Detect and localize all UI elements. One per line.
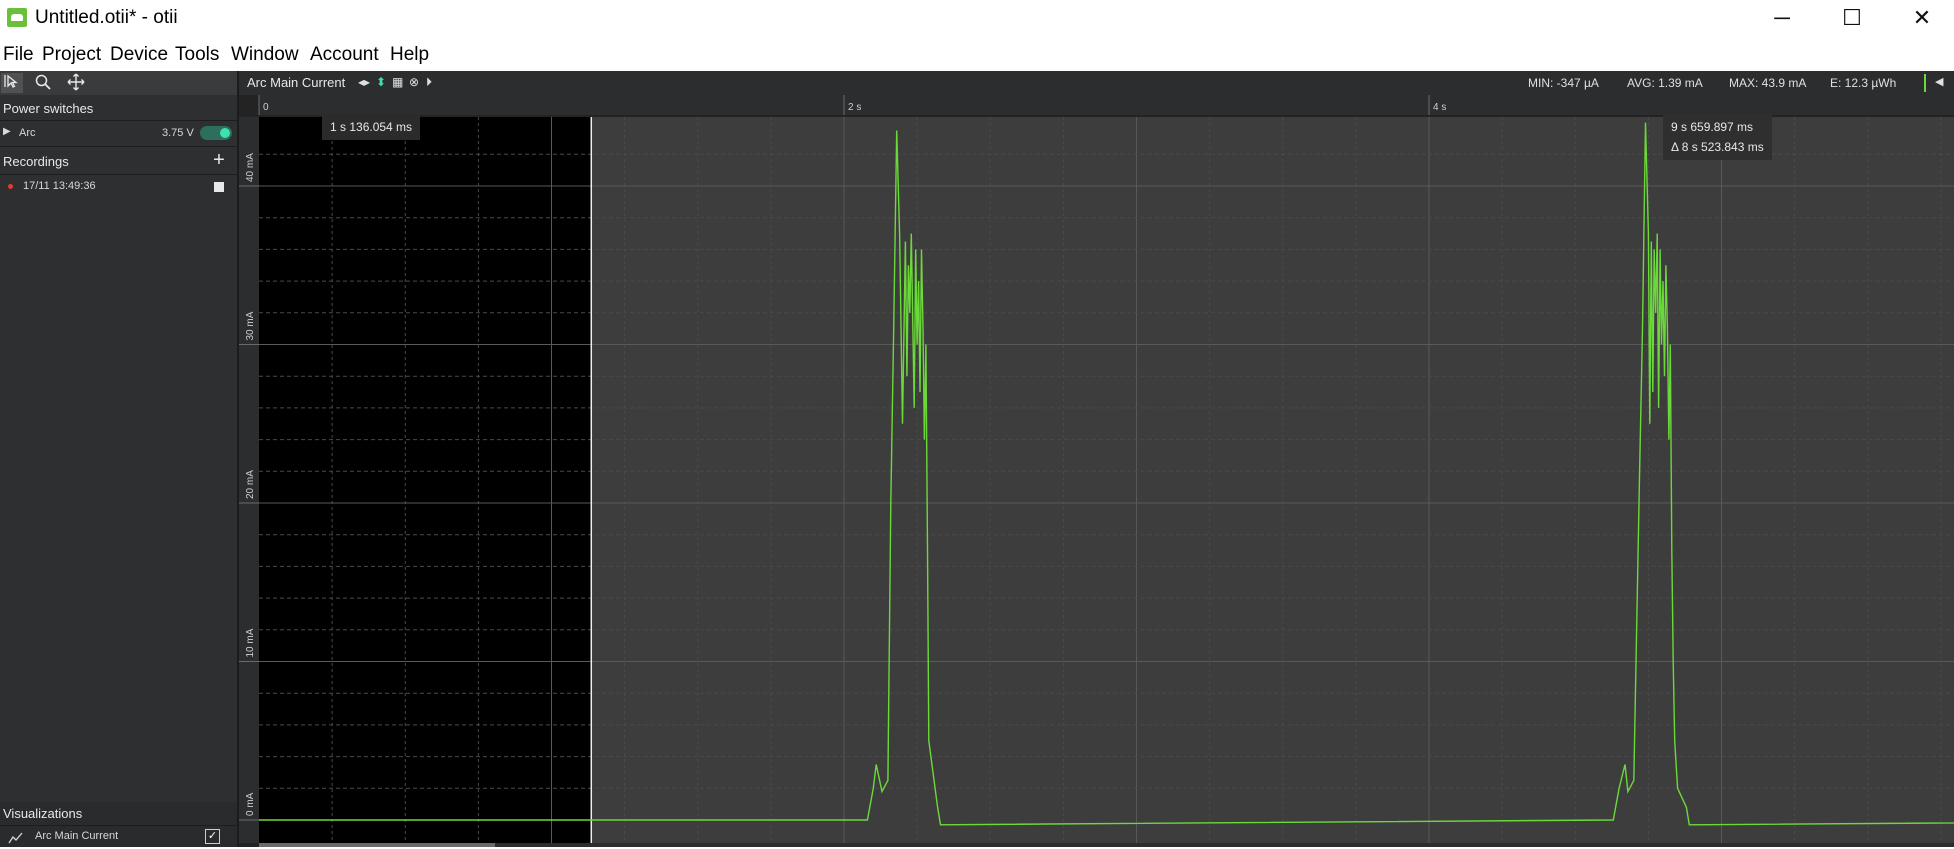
title-bar: Untitled.otii* - otii ─ ☐ ✕ <box>0 0 1954 36</box>
sidebar: Power switches ▶ Arc 3.75 V Recordings +… <box>0 71 239 847</box>
zoom-tool-icon[interactable] <box>32 73 54 93</box>
power-toggle[interactable] <box>200 126 232 140</box>
minimize-button[interactable]: ─ <box>1747 0 1817 36</box>
visualizations-panel: Visualizations Arc Main Current ✓ <box>0 802 237 847</box>
menu-account[interactable]: Account <box>310 44 379 66</box>
expand-arrow-icon[interactable]: ▶ <box>3 126 11 137</box>
stat-max: MAX: 43.9 mA <box>1729 76 1807 90</box>
menu-tools[interactable]: Tools <box>175 44 219 66</box>
table-icon[interactable]: ▦ <box>392 75 403 89</box>
power-switches-title: Power switches <box>3 101 94 116</box>
recording-dot-icon <box>8 184 13 189</box>
visualizations-title: Visualizations <box>3 806 83 821</box>
y-tick-label: 0 mA <box>245 792 256 816</box>
menu-project[interactable]: Project <box>42 44 101 66</box>
visualization-checkbox[interactable]: ✓ <box>205 829 220 844</box>
horizontal-scrollbar-track <box>259 843 1954 847</box>
add-recording-icon[interactable]: + <box>210 150 228 170</box>
close-plot-icon[interactable]: ⊗ <box>409 75 419 89</box>
device-name: Arc <box>19 127 36 139</box>
current-chart[interactable]: 02 s4 s6 s8 s10 s0 mA10 mA20 mA30 mA40 m… <box>239 95 1954 847</box>
y-tick-label: 40 mA <box>245 153 256 182</box>
otii-app-icon <box>7 8 27 27</box>
divider <box>0 146 237 147</box>
divider <box>0 174 237 175</box>
x-tick-label: 0 <box>263 102 269 113</box>
recording-label[interactable]: 17/11 13:49:36 <box>23 180 96 192</box>
selection-region <box>591 117 1954 843</box>
divider <box>0 120 237 121</box>
x-tick-label: 4 s <box>1433 102 1446 113</box>
plot-window: Arc Main Current ◂▸ ⬍ ▦ ⊗ ⏵ MIN: -347 µA… <box>239 71 1954 847</box>
visualization-label: Arc Main Current <box>35 830 119 842</box>
divider <box>0 825 237 826</box>
menu-bar: File Project Device Tools Window Account… <box>0 36 1954 71</box>
close-button[interactable]: ✕ <box>1887 0 1954 36</box>
horizontal-scrollbar-thumb <box>259 843 495 847</box>
menu-file[interactable]: File <box>3 44 34 66</box>
fit-vertical-icon[interactable]: ⬍ <box>376 75 386 89</box>
stop-icon[interactable] <box>214 182 224 192</box>
right-cursor-time: 9 s 659.897 ms <box>1671 120 1754 134</box>
select-tool-icon[interactable] <box>1 73 23 93</box>
window-title: Untitled.otii* - otii <box>35 7 178 28</box>
menu-help[interactable]: Help <box>390 44 429 66</box>
recordings-title: Recordings <box>3 154 69 169</box>
stat-min: MIN: -347 µA <box>1528 76 1599 90</box>
y-tick-label: 30 mA <box>245 311 256 340</box>
plot-title: Arc Main Current <box>247 75 346 90</box>
y-tick-label: 20 mA <box>245 470 256 499</box>
menu-device[interactable]: Device <box>110 44 168 66</box>
stat-energy: E: 12.3 µWh <box>1830 76 1897 90</box>
device-voltage: 3.75 V <box>162 127 194 139</box>
menu-window[interactable]: Window <box>231 44 299 66</box>
toggle-knob <box>220 128 230 138</box>
jump-to-end-icon[interactable]: ⏵ <box>426 75 432 90</box>
stat-separator <box>1924 74 1926 92</box>
stat-avg: AVG: 1.39 mA <box>1627 76 1703 90</box>
x-tick-label: 2 s <box>848 102 861 113</box>
maximize-button[interactable]: ☐ <box>1817 0 1887 36</box>
y-tick-label: 10 mA <box>245 628 256 657</box>
cursor-delta: Δ 8 s 523.843 ms <box>1671 140 1764 154</box>
sidebar-toolbar <box>0 71 237 95</box>
fit-horizontal-icon[interactable]: ◂▸ <box>358 75 370 89</box>
plot-toolbar: Arc Main Current ◂▸ ⬍ ▦ ⊗ ⏵ MIN: -347 µA… <box>239 71 1954 95</box>
right-cursor-panel: 9 s 659.897 ms Δ 8 s 523.843 ms <box>1663 114 1772 160</box>
line-chart-icon <box>8 831 24 849</box>
collapse-stats-icon[interactable]: ◀ <box>1935 75 1943 88</box>
left-cursor-time: 1 s 136.054 ms <box>322 114 421 140</box>
x-axis-band <box>259 95 1954 115</box>
pan-tool-icon[interactable] <box>65 73 87 93</box>
